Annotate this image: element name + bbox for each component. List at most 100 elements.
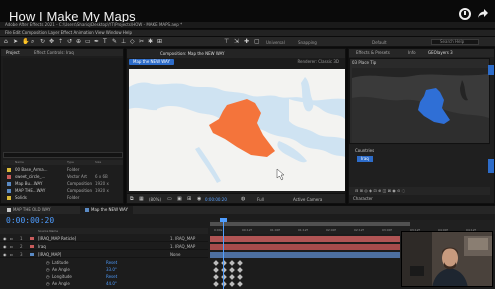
menu-bar[interactable]: File Edit Composition Layer Effect Anima… bbox=[0, 29, 495, 36]
timeline-layer[interactable]: ◉ ▫ 3 [IRAQ_MAP] None bbox=[0, 251, 208, 258]
type-tool-icon[interactable]: T bbox=[103, 39, 109, 45]
region-icon[interactable]: ▣ bbox=[177, 196, 183, 202]
keyframe[interactable] bbox=[237, 281, 243, 287]
project-item[interactable]: sweet_circle_... Vector Art 6 x 6B bbox=[3, 174, 123, 180]
timeline-tab[interactable]: MAP THE OLD WAY bbox=[2, 206, 55, 214]
map-viewer[interactable] bbox=[129, 69, 345, 191]
zoom-tool-icon[interactable]: ⌕ bbox=[31, 39, 37, 45]
puppet-tool-icon[interactable]: ✱ bbox=[148, 39, 154, 45]
property-value[interactable]: 44.0° bbox=[106, 281, 117, 287]
lock-icon[interactable]: ▫ bbox=[10, 252, 16, 258]
tab-effects-presets[interactable]: Effects & Presets bbox=[353, 49, 393, 56]
column-source-name[interactable]: Source Name bbox=[38, 229, 58, 233]
eraser-tool-icon[interactable]: ◇ bbox=[130, 39, 136, 45]
keyframe[interactable] bbox=[237, 260, 243, 266]
share-icon[interactable] bbox=[477, 8, 489, 20]
label-color-swatch[interactable] bbox=[7, 189, 11, 193]
preview-map[interactable] bbox=[352, 68, 489, 143]
work-area-bar[interactable] bbox=[210, 222, 410, 226]
effect-property-row[interactable]: ◷ Ae Angle 33.0° bbox=[0, 267, 208, 273]
character-panel-label[interactable]: Character bbox=[353, 196, 373, 201]
timeline-timecode[interactable]: 0:00:00:20 bbox=[6, 216, 54, 225]
column-name[interactable]: Name bbox=[15, 160, 24, 164]
watch-later-icon[interactable] bbox=[459, 8, 471, 20]
pan-behind-tool-icon[interactable]: ⊕ bbox=[76, 39, 82, 45]
layer-label-color[interactable] bbox=[30, 237, 34, 240]
keyframe[interactable] bbox=[237, 274, 243, 280]
effect-property-row[interactable]: ◷ Longitude Reset bbox=[0, 274, 208, 280]
layer-duration-bar[interactable] bbox=[210, 244, 400, 250]
zoom-level[interactable]: (80%) bbox=[149, 197, 161, 202]
home-icon[interactable]: ⌂ bbox=[4, 39, 10, 45]
shape-tool-icon[interactable]: ▭ bbox=[85, 39, 91, 45]
layer-duration-bar[interactable] bbox=[210, 252, 400, 258]
channel-icon[interactable]: ◍ bbox=[241, 196, 247, 202]
visibility-eye-icon[interactable]: ◉ bbox=[3, 236, 9, 242]
keyframe[interactable] bbox=[229, 274, 235, 280]
hand-tool-icon[interactable]: ✋ bbox=[22, 39, 29, 45]
dolly-tool-icon[interactable]: ⇡ bbox=[58, 39, 64, 45]
timeline-layer[interactable]: ◉ ▫ 1 [IRAQ_MAP Reticle] 1. IRAQ_MAP bbox=[0, 235, 208, 242]
align-tool-icon[interactable]: ⊞ bbox=[157, 39, 163, 45]
property-value[interactable]: Reset bbox=[106, 260, 117, 266]
transparency-icon[interactable]: ⊞ bbox=[187, 196, 193, 202]
lock-icon[interactable]: ▫ bbox=[10, 244, 16, 250]
current-time[interactable]: 0:00:00:20 bbox=[205, 197, 227, 202]
search-help-input[interactable]: Search Help bbox=[431, 39, 479, 45]
layer-parent-select[interactable]: None bbox=[170, 251, 180, 258]
keyframe[interactable] bbox=[237, 267, 243, 273]
view-axis-icon[interactable]: ✚ bbox=[244, 39, 250, 45]
project-item[interactable]: Solids Folder bbox=[3, 195, 123, 201]
effect-property-row[interactable]: ◷ Ae Angle 44.0° bbox=[0, 281, 208, 287]
project-search-input[interactable] bbox=[3, 152, 123, 158]
timeline-tab[interactable]: Map the NEW WAY bbox=[80, 206, 133, 214]
timeline-layer[interactable]: ◉ ▫ 2 Iraq 1. IRAQ_MAP bbox=[0, 243, 208, 250]
tab-geolayers[interactable]: GEOlayers 3 bbox=[425, 49, 456, 56]
layer-parent-select[interactable]: 1. IRAQ_MAP bbox=[170, 243, 195, 250]
layer-parent-select[interactable]: 1. IRAQ_MAP bbox=[170, 235, 195, 242]
effect-property-row[interactable]: ◷ Latitude Reset bbox=[0, 260, 208, 266]
keyframe[interactable] bbox=[213, 260, 219, 266]
layer-label-color[interactable] bbox=[30, 245, 34, 248]
universal-label[interactable]: Universal bbox=[266, 40, 285, 45]
label-color-swatch[interactable] bbox=[7, 175, 11, 179]
keyframe[interactable] bbox=[229, 281, 235, 287]
preview-tab-label[interactable]: 03 Place Tip bbox=[352, 60, 376, 65]
tool-icons[interactable]: ⊟ ⊞ ◎ ◈ ⊡ ⊕ ◫ ⊠ ◉ ⊙ ◌ bbox=[355, 188, 405, 193]
keyframe[interactable] bbox=[229, 267, 235, 273]
panel-expand-handle[interactable] bbox=[488, 159, 494, 173]
mask-icon[interactable]: ▭ bbox=[167, 196, 173, 202]
property-value[interactable]: 33.0° bbox=[106, 267, 117, 273]
label-color-swatch[interactable] bbox=[7, 168, 11, 172]
renderer-label[interactable]: Renderer: Classic 3D bbox=[297, 59, 339, 64]
pan-tool-icon[interactable]: ✥ bbox=[49, 39, 55, 45]
pen-tool-icon[interactable]: ✒ bbox=[94, 39, 100, 45]
column-size[interactable]: Size bbox=[95, 160, 101, 164]
menu-items[interactable]: File Edit Composition Layer Effect Anima… bbox=[5, 30, 132, 35]
visibility-eye-icon[interactable]: ◉ bbox=[3, 244, 9, 250]
tab-project[interactable]: Project bbox=[3, 49, 23, 56]
grid-icon[interactable]: ▦ bbox=[139, 196, 145, 202]
workspace-default[interactable]: Default bbox=[372, 40, 387, 45]
playhead-line[interactable] bbox=[223, 220, 224, 289]
world-axis-icon[interactable]: ⇲ bbox=[234, 39, 240, 45]
visibility-eye-icon[interactable]: ◉ bbox=[3, 252, 9, 258]
preview-icon[interactable]: ⧉ bbox=[130, 196, 136, 202]
selection-tool-icon[interactable]: ➤ bbox=[13, 39, 19, 45]
keyframe[interactable] bbox=[213, 274, 219, 280]
roto-tool-icon[interactable]: ✂ bbox=[139, 39, 145, 45]
tab-composition[interactable]: Composition: Map the NEW WAY bbox=[157, 50, 228, 57]
column-type[interactable]: Type bbox=[67, 160, 74, 164]
project-item[interactable]: MAP THE...WAY Composition 1920 x bbox=[3, 188, 123, 194]
active-camera-select[interactable]: Active Camera bbox=[293, 197, 322, 202]
brush-tool-icon[interactable]: ✎ bbox=[112, 39, 118, 45]
property-value[interactable]: Reset bbox=[106, 274, 117, 280]
project-item[interactable]: 00 Base_Arma... Folder bbox=[3, 167, 123, 173]
keyframe[interactable] bbox=[213, 281, 219, 287]
orbit-tool-icon[interactable]: ↻ bbox=[40, 39, 46, 45]
layer-label-color[interactable] bbox=[30, 253, 34, 256]
tab-effect-controls[interactable]: Effect Controls: Iraq bbox=[31, 49, 77, 56]
keyframe[interactable] bbox=[229, 260, 235, 266]
label-color-swatch[interactable] bbox=[7, 182, 11, 186]
snapshot-icon[interactable]: ◉ bbox=[197, 196, 203, 202]
